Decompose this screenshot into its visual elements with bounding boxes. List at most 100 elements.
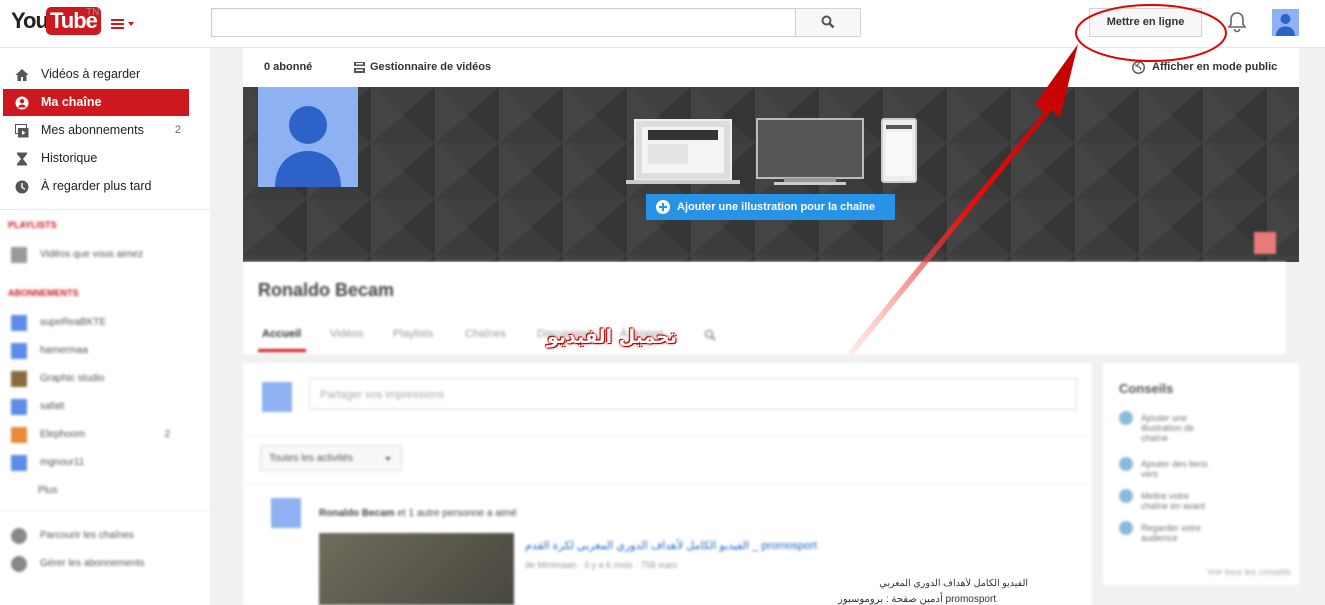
- subscription-item[interactable]: mgnour11: [8, 452, 198, 474]
- account-avatar[interactable]: [1272, 9, 1299, 36]
- feed-description-line: أدمين صفحة : بروموسبور promosport: [838, 594, 997, 605]
- active-tab-indicator: [258, 349, 306, 352]
- public-view-link[interactable]: Afficher en mode public: [1152, 61, 1277, 73]
- feed-video-link[interactable]: promosport _ الفيديو الكامل لأهداف الدور…: [525, 539, 817, 552]
- subscription-item[interactable]: Elephoom 2: [8, 424, 198, 446]
- add-channel-art-button[interactable]: Ajouter une illustration pour la chaîne: [646, 194, 895, 220]
- subscription-name: supeReaBKTE: [40, 317, 107, 328]
- youtube-logo-you[interactable]: You: [11, 8, 49, 34]
- playlists-heading: PLAYLISTS: [8, 220, 57, 230]
- masthead: You Tube TN Mettre en ligne: [0, 0, 1325, 48]
- channel-avatar[interactable]: [258, 87, 358, 187]
- sidebar-item-what-to-watch[interactable]: Vidéos à regarder: [3, 61, 189, 88]
- user-silhouette-icon: [275, 106, 341, 187]
- sidebar-item-my-channel[interactable]: Ma chaîne: [3, 89, 189, 116]
- sidebar-item-watch-later[interactable]: À regarder plus tard: [3, 173, 189, 200]
- playlist-icon: [11, 247, 27, 263]
- bell-icon[interactable]: [1227, 11, 1247, 33]
- avatar: [262, 382, 292, 412]
- country-code: TN: [86, 7, 100, 18]
- activity-feed-card: Partager vos impressions Toutes les acti…: [243, 363, 1092, 605]
- subscription-name: Graphic studio: [40, 373, 105, 384]
- sidebar-item-label: À regarder plus tard: [41, 179, 152, 193]
- channel-avatar: [11, 371, 27, 387]
- search-input[interactable]: [211, 8, 797, 37]
- subscriptions-icon: [15, 124, 29, 138]
- video-manager-link[interactable]: Gestionnaire de vidéos: [370, 61, 491, 73]
- tips-card: Conseils Ajouter une illustration de cha…: [1103, 363, 1299, 585]
- sidebar-item-history[interactable]: Historique: [3, 145, 189, 172]
- sidebar-item-subscriptions[interactable]: Mes abonnements 2: [3, 117, 189, 144]
- tip-item[interactable]: Ajouter une illustration de chaîne: [1141, 413, 1211, 443]
- activity-filter-label: Toutes les activités: [269, 453, 353, 464]
- sidebar-divider: [0, 510, 210, 511]
- subscriptions-count: 2: [174, 124, 181, 136]
- tip-icon: [1119, 457, 1133, 471]
- channel-header-bar: 0 abonné Gestionnaire de vidéos Afficher…: [243, 48, 1299, 87]
- feed-description-line: الفيديو الكامل لأهداف الدوري المغربي: [879, 578, 1028, 589]
- edit-banner-button[interactable]: [1254, 232, 1276, 254]
- upload-button[interactable]: Mettre en ligne: [1089, 8, 1202, 37]
- subscription-item[interactable]: Graphic studio: [8, 368, 198, 390]
- more-label: Plus: [38, 485, 58, 496]
- user-circle-icon: [15, 96, 29, 110]
- sidebar-item-label: Ma chaîne: [41, 95, 102, 109]
- subscription-name: mgnour11: [40, 457, 85, 468]
- guide-sidebar: Vidéos à regarder Ma chaîne Mes abonneme…: [0, 48, 210, 605]
- share-input[interactable]: Partager vos impressions: [309, 378, 1077, 410]
- guide-menu-button[interactable]: [111, 13, 135, 33]
- chevron-down-icon: [385, 457, 391, 461]
- tab-home[interactable]: Accueil: [262, 328, 301, 340]
- sidebar-item-browse-channels[interactable]: Parcourir les chaînes: [8, 525, 198, 547]
- feed-action: et 1 autre personne a aimé: [397, 508, 517, 519]
- tab-videos[interactable]: Vidéos: [330, 328, 363, 340]
- tips-more-link[interactable]: Voir tous les conseils: [1207, 567, 1291, 577]
- annotation-label: تحميل الفيديو: [547, 326, 677, 348]
- divider: [243, 483, 1092, 484]
- sidebar-item-label: Parcourir les chaînes: [40, 530, 134, 541]
- divider: [243, 435, 1092, 436]
- subscription-item[interactable]: hamermaa: [8, 340, 198, 362]
- feed-video-meta: de Minimaan · Il y a 6 mois · 758 vues: [525, 560, 678, 570]
- subscription-name: safatt: [40, 401, 65, 412]
- channel-banner: [243, 87, 1299, 262]
- tip-item[interactable]: Ajouter des liens vers: [1141, 459, 1221, 479]
- tip-icon: [1119, 411, 1133, 425]
- sidebar-item-liked-videos[interactable]: Vidéos que vous aimez: [8, 244, 198, 266]
- search-button[interactable]: [795, 8, 861, 37]
- sidebar-item-label: Gérer les abonnements: [40, 558, 145, 569]
- sidebar-item-label: Vidéos que vous aimez: [40, 249, 144, 260]
- feed-author[interactable]: Ronaldo Becam: [319, 508, 395, 519]
- subscription-item[interactable]: safatt: [8, 396, 198, 418]
- avatar: [271, 498, 301, 528]
- tip-item[interactable]: Regarder votre audience: [1141, 523, 1211, 543]
- subscription-name: Elephoom: [40, 429, 86, 440]
- tab-playlists[interactable]: Playlists: [393, 328, 433, 340]
- tab-channels[interactable]: Chaînes: [465, 328, 506, 340]
- sidebar-item-manage-subscriptions[interactable]: Gérer les abonnements: [8, 553, 198, 575]
- tip-item[interactable]: Mettre votre chaîne en avant: [1141, 491, 1211, 511]
- channel-avatar: [11, 399, 27, 415]
- channel-name: Ronaldo Becam: [258, 280, 395, 300]
- home-icon: [15, 69, 29, 81]
- channel-title-card: Ronaldo Becam: [243, 262, 1286, 354]
- gear-icon: [11, 556, 27, 572]
- globe-icon: [1132, 61, 1145, 74]
- tip-icon: [1119, 521, 1133, 535]
- search-icon[interactable]: [704, 329, 716, 341]
- subscription-item[interactable]: supeReaBKTE: [8, 312, 198, 334]
- hourglass-icon: [17, 152, 27, 166]
- sidebar-item-label: Historique: [41, 151, 98, 165]
- tip-icon: [1119, 489, 1133, 503]
- clock-icon: [15, 180, 29, 194]
- more-link[interactable]: Plus: [38, 480, 98, 502]
- subscriptions-heading: ABONNEMENTS: [8, 288, 79, 298]
- sidebar-divider: [0, 209, 210, 210]
- channel-avatar: [11, 427, 27, 443]
- subscription-name: hamermaa: [40, 345, 88, 356]
- channel-avatar: [11, 455, 27, 471]
- activity-filter-dropdown[interactable]: Toutes les activités: [260, 445, 402, 471]
- user-silhouette-icon: [1276, 14, 1295, 36]
- browse-icon: [11, 528, 27, 544]
- video-thumbnail[interactable]: [319, 533, 514, 605]
